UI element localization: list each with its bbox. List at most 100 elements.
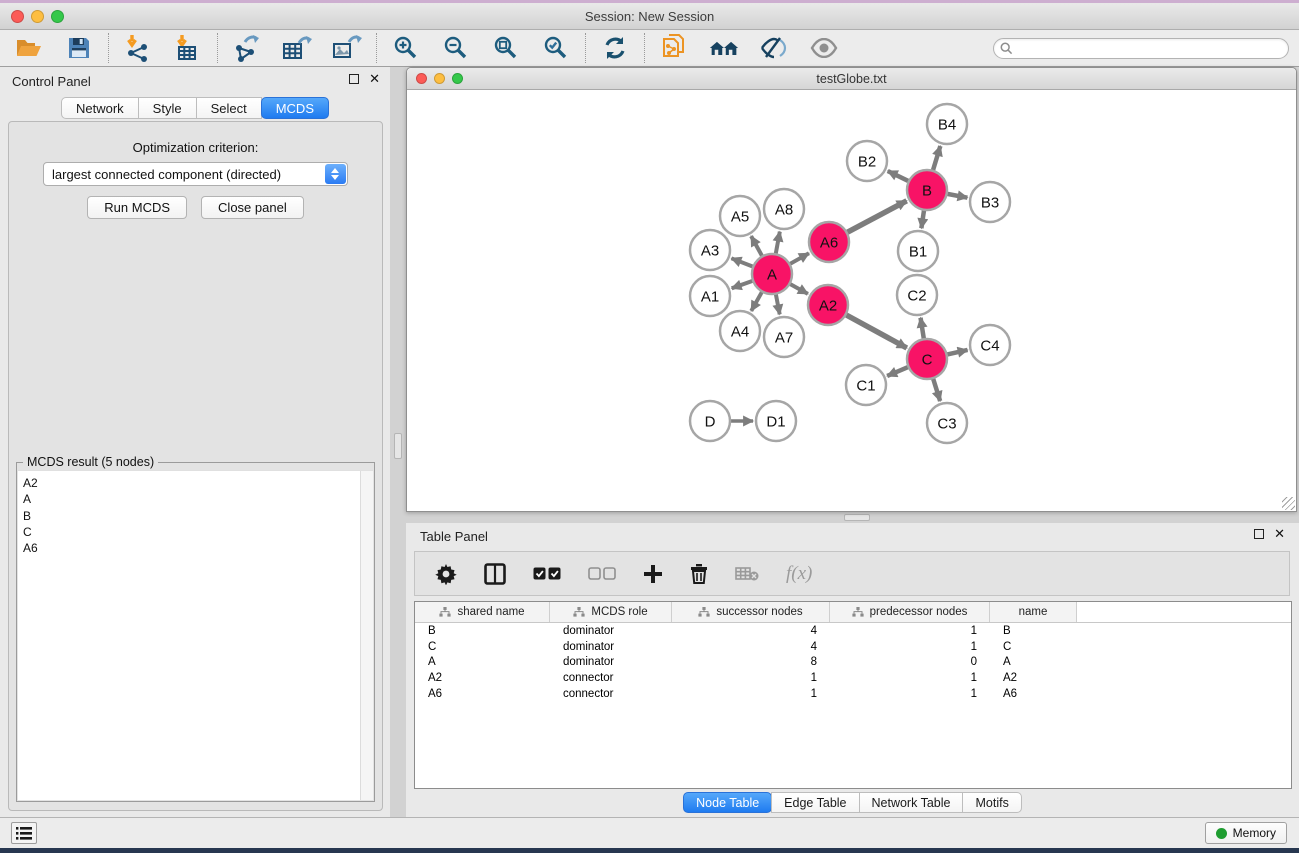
graph-node-A3[interactable]: A3 [690,230,730,270]
table-tab-motifs[interactable]: Motifs [962,792,1021,813]
graph-node-A7[interactable]: A7 [764,317,804,357]
graph-edge-A-A7[interactable] [775,292,779,315]
table-row[interactable]: Adominator80A [415,655,1291,671]
criterion-select[interactable]: largest connected component (directed) [43,162,348,186]
import-network-icon[interactable] [123,33,153,63]
graph-node-C2[interactable]: C2 [897,275,937,315]
column-header-predecessor-nodes[interactable]: predecessor nodes [830,602,990,622]
graph-edge-A-A1[interactable] [732,280,755,288]
mcds-result-item[interactable]: A6 [18,540,373,556]
tab-style[interactable]: Style [138,97,197,119]
column-header-name[interactable]: name [990,602,1077,622]
graph-node-B3[interactable]: B3 [970,182,1010,222]
horizontal-splitter[interactable] [406,512,1299,523]
hide-panels-icon[interactable] [759,33,789,63]
result-list-scrollbar[interactable] [360,471,373,800]
graph-edge-B-B3[interactable] [945,193,968,197]
export-network-icon[interactable] [232,33,262,63]
close-table-panel-icon[interactable]: ✕ [1274,529,1285,539]
mcds-result-item[interactable]: B [18,508,373,524]
network-window-titlebar[interactable]: testGlobe.txt [407,68,1296,90]
graph-edge-A6-B[interactable] [845,201,907,234]
delete-table-icon[interactable] [735,566,759,582]
function-builder-icon[interactable]: f(x) [786,563,812,585]
window-titlebar[interactable]: Session: New Session [0,3,1299,30]
graph-edge-A-A2[interactable] [788,283,808,294]
graph-node-C4[interactable]: C4 [970,325,1010,365]
table-tab-edge-table[interactable]: Edge Table [771,792,859,813]
close-panel-button[interactable]: Close panel [201,196,304,219]
save-session-icon[interactable] [64,33,94,63]
graph-node-C3[interactable]: C3 [927,403,967,443]
table-tab-node-table[interactable]: Node Table [683,792,772,813]
window-resize-grip[interactable] [1282,497,1295,510]
clone-network-icon[interactable] [659,33,689,63]
graph-edge-A-A5[interactable] [751,236,763,258]
import-table-icon[interactable] [173,33,203,63]
zoom-fit-icon[interactable] [491,33,521,63]
search-input[interactable] [993,38,1289,59]
tab-mcds[interactable]: MCDS [261,97,329,119]
graph-node-A8[interactable]: A8 [764,189,804,229]
graph-node-D[interactable]: D [690,401,730,441]
export-image-icon[interactable] [332,33,362,63]
graph-edge-A-A6[interactable] [788,253,809,265]
add-column-icon[interactable] [643,564,663,584]
table-row[interactable]: Cdominator41C [415,639,1291,655]
export-table-icon[interactable] [282,33,312,63]
show-panels-icon[interactable] [809,33,839,63]
task-history-button[interactable] [11,822,37,844]
vertical-splitter[interactable] [390,67,406,821]
zoom-out-icon[interactable] [441,33,471,63]
mcds-result-item[interactable]: A [18,491,373,507]
memory-button[interactable]: Memory [1205,822,1287,844]
graph-node-A5[interactable]: A5 [720,196,760,236]
table-row[interactable]: Bdominator41B [415,623,1291,639]
graph-node-B1[interactable]: B1 [898,231,938,271]
table-settings-icon[interactable] [435,563,457,585]
network-canvas[interactable]: B4B2BB3A5A8A6A3B1AA1C2A2A4A7C4CC1C3DD1 [407,90,1296,511]
graph-node-A[interactable]: A [752,254,792,294]
graph-node-B2[interactable]: B2 [847,141,887,181]
column-header-successor-nodes[interactable]: successor nodes [672,602,830,622]
graph-edge-C-C4[interactable] [945,350,968,355]
deselect-all-rows-icon[interactable] [588,567,616,580]
graph-edge-A-A8[interactable] [775,232,780,257]
table-tab-network-table[interactable]: Network Table [859,792,964,813]
graph-edge-B-B4[interactable] [932,146,940,173]
graph-edge-B-B2[interactable] [888,171,911,182]
zoom-selected-icon[interactable] [541,33,571,63]
table-row[interactable]: A2connector11A2 [415,670,1291,686]
graph-edge-A-A3[interactable] [731,258,755,267]
select-all-rows-icon[interactable] [533,567,561,580]
table-row[interactable]: A6connector11A6 [415,686,1291,702]
graph-node-A1[interactable]: A1 [690,276,730,316]
home-view-icon[interactable] [709,33,739,63]
graph-node-D1[interactable]: D1 [756,401,796,441]
graph-node-A2[interactable]: A2 [808,285,848,325]
tab-network[interactable]: Network [61,97,139,119]
graph-edge-C-C3[interactable] [932,376,940,401]
refresh-icon[interactable] [600,33,630,63]
float-table-panel-icon[interactable] [1254,529,1264,539]
tab-select[interactable]: Select [196,97,262,119]
mcds-result-item[interactable]: A2 [18,475,373,491]
float-panel-icon[interactable] [349,74,359,84]
close-panel-icon[interactable]: ✕ [369,74,380,84]
zoom-in-icon[interactable] [391,33,421,63]
graph-node-C[interactable]: C [907,339,947,379]
graph-node-B[interactable]: B [907,170,947,210]
graph-node-A4[interactable]: A4 [720,311,760,351]
open-session-icon[interactable] [14,33,44,63]
column-header-shared-name[interactable]: shared name [415,602,550,622]
run-mcds-button[interactable]: Run MCDS [87,196,187,219]
mcds-result-list[interactable]: A2ABCA6 [18,470,373,800]
graph-edge-C-C2[interactable] [921,318,925,341]
horizontal-splitter-handle[interactable] [844,514,870,521]
graph-edge-A-A4[interactable] [751,290,763,311]
graph-edge-A2-C[interactable] [844,314,907,348]
delete-columns-icon[interactable] [690,563,708,584]
column-header-mcds-role[interactable]: MCDS role [550,602,672,622]
mcds-result-item[interactable]: C [18,524,373,540]
graph-node-C1[interactable]: C1 [846,365,886,405]
